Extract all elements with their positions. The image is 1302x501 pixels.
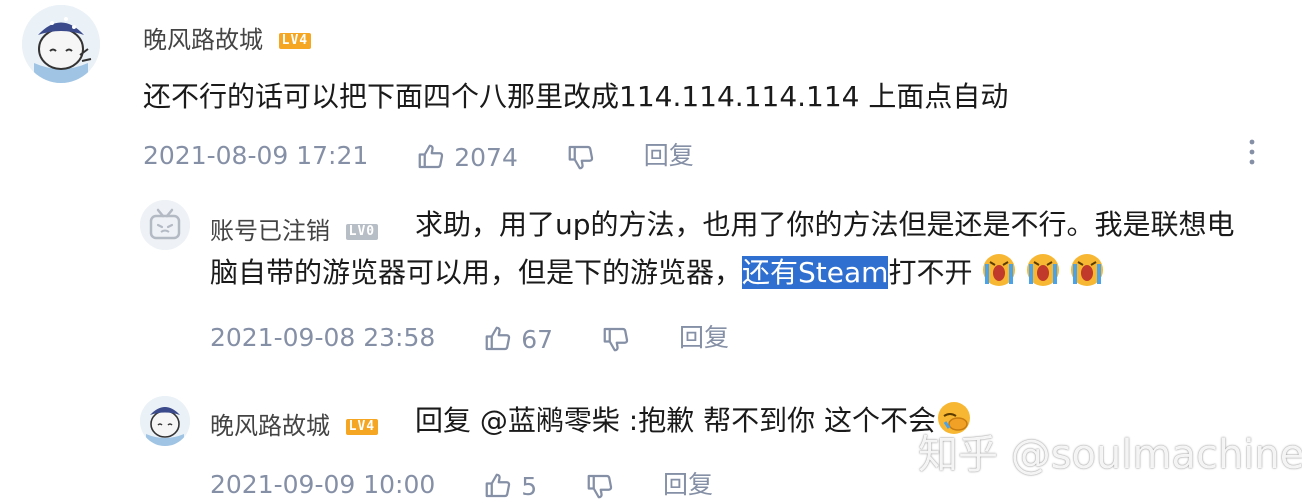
like-button[interactable]: 2074 bbox=[416, 142, 518, 172]
thumbs-up-icon bbox=[483, 471, 513, 501]
thumbs-down-icon[interactable] bbox=[601, 324, 631, 354]
highlighted-text: 还有Steam bbox=[742, 256, 889, 289]
thumbs-down-icon[interactable] bbox=[566, 142, 596, 172]
avatar[interactable] bbox=[140, 200, 190, 250]
thumbs-down-icon[interactable] bbox=[585, 471, 615, 501]
level-badge: LV4 bbox=[345, 419, 379, 435]
like-button[interactable]: 5 bbox=[483, 471, 537, 501]
reply-text-suffix: 打不开 bbox=[888, 256, 973, 289]
timestamp: 2021-09-08 23:58 bbox=[210, 323, 436, 352]
comment-text: 还不行的话可以把下面四个八那里改成114.114.114.114 上面点自动 bbox=[143, 80, 1009, 113]
level-badge: LV4 bbox=[278, 33, 312, 49]
reply-button[interactable]: 回复 bbox=[644, 141, 694, 170]
reply-button[interactable]: 回复 bbox=[679, 323, 729, 352]
username[interactable]: 晚风路故城 bbox=[143, 26, 263, 54]
like-count: 67 bbox=[521, 324, 554, 354]
like-count: 5 bbox=[521, 471, 538, 501]
like-count: 2074 bbox=[454, 142, 518, 172]
reply-text: 回复 @蓝鹇零柴 :抱歉 帮不到你 这个不会 bbox=[415, 404, 937, 437]
avatar[interactable] bbox=[140, 396, 190, 446]
avatar[interactable] bbox=[22, 5, 100, 83]
username[interactable]: 晚风路故城 bbox=[210, 412, 330, 440]
like-button[interactable]: 67 bbox=[483, 324, 553, 354]
timestamp: 2021-08-09 17:21 bbox=[143, 141, 369, 170]
reply-text-line1: 求助，用了up的方法，也用了你的方法但是还是不行。我是联想电 bbox=[415, 208, 1235, 241]
crying-emoji bbox=[981, 254, 1107, 289]
thumbs-up-icon bbox=[416, 142, 446, 172]
timestamp: 2021-09-09 10:00 bbox=[210, 470, 436, 499]
reply-text: 求助，用了up的方法，也用了你的方法但是还是不行。我是联想电 脑自带的游览器可以… bbox=[210, 201, 1295, 297]
thumbs-up-icon bbox=[483, 324, 513, 354]
reply-button[interactable]: 回复 bbox=[663, 470, 713, 499]
reply-text-line2: 脑自带的游览器可以用，但是下的游览器， bbox=[210, 256, 743, 289]
more-vertical-icon[interactable] bbox=[1242, 138, 1262, 166]
watermark: 知乎 @soulmachine bbox=[918, 432, 1302, 478]
